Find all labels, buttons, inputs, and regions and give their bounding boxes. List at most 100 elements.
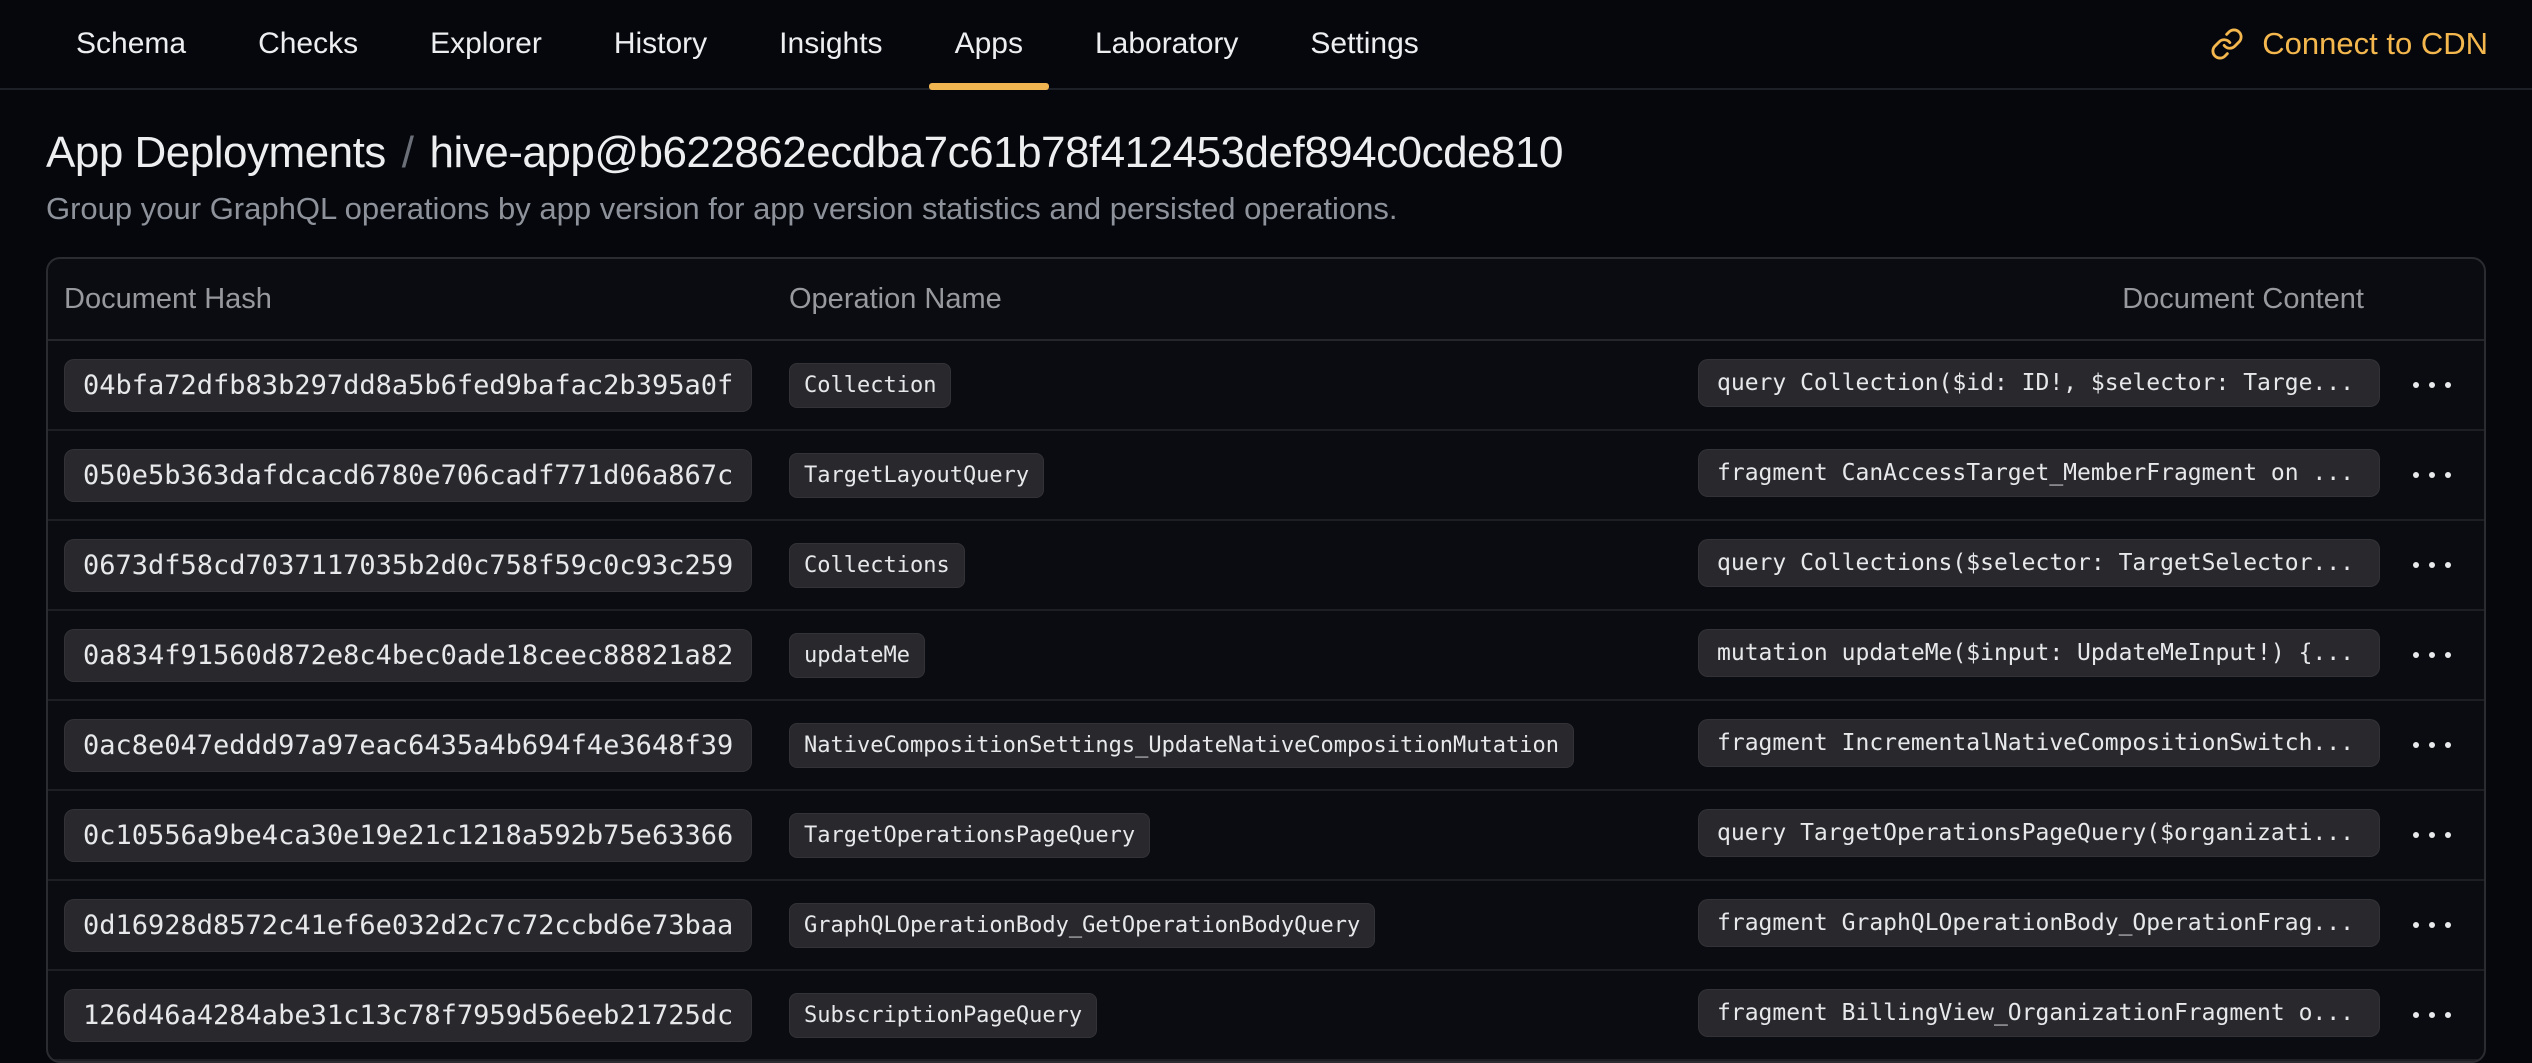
document-content-cell: fragment BillingView_OrganizationFragmen… (1698, 989, 2380, 1042)
table-row: 126d46a4284abe31c13c78f7959d56eeb21725dc… (48, 971, 2484, 1061)
operation-name-badge: SubscriptionPageQuery (789, 993, 1097, 1038)
nav-tab[interactable]: Settings (1310, 0, 1418, 88)
nav-tab[interactable]: Schema (76, 0, 186, 88)
connect-to-cdn-button[interactable]: Connect to CDN (2210, 26, 2488, 62)
row-actions-cell (2380, 791, 2484, 879)
ellipsis-icon (2413, 652, 2419, 658)
column-header-document-hash: Document Hash (48, 283, 773, 316)
document-hash-value: 0c10556a9be4ca30e19e21c1218a592b75e63366 (64, 809, 752, 862)
document-hash-value: 04bfa72dfb83b297dd8a5b6fed9bafac2b395a0f (64, 359, 752, 412)
document-hash-value: 0ac8e047eddd97a97eac6435a4b694f4e3648f39 (64, 719, 752, 772)
document-content-preview: fragment BillingView_OrganizationFragmen… (1698, 989, 2380, 1037)
operation-name-cell: Collection (773, 363, 1698, 408)
row-menu-button[interactable] (2396, 431, 2468, 519)
ellipsis-icon (2413, 382, 2419, 388)
operation-name-cell: TargetLayoutQuery (773, 453, 1698, 498)
row-menu-button[interactable] (2396, 341, 2468, 429)
breadcrumb-section[interactable]: App Deployments (46, 128, 386, 178)
nav-tab[interactable]: Explorer (430, 0, 542, 88)
ellipsis-icon (2413, 742, 2419, 748)
operation-name-badge: Collections (789, 543, 965, 588)
operation-name-cell: NativeCompositionSettings_UpdateNativeCo… (773, 723, 1698, 768)
breadcrumb: App Deployments / hive-app@b622862ecdba7… (46, 128, 2486, 178)
document-hash-cell: 0c10556a9be4ca30e19e21c1218a592b75e63366 (48, 809, 773, 862)
document-content-preview: query Collections($selector: TargetSelec… (1698, 539, 2380, 587)
document-hash-value: 126d46a4284abe31c13c78f7959d56eeb21725dc (64, 989, 752, 1042)
operation-name-badge: NativeCompositionSettings_UpdateNativeCo… (789, 723, 1574, 768)
ellipsis-icon (2413, 562, 2419, 568)
row-menu-button[interactable] (2396, 971, 2468, 1059)
document-content-preview: fragment GraphQLOperationBody_OperationF… (1698, 899, 2380, 947)
document-hash-cell: 0673df58cd7037117035b2d0c758f59c0c93c259 (48, 539, 773, 592)
app-deployment-detail-page: App Deployments / hive-app@b622862ecdba7… (0, 128, 2532, 1063)
operation-name-cell: GraphQLOperationBody_GetOperationBodyQue… (773, 903, 1698, 948)
column-header-document-content: Document Content (1698, 283, 2380, 316)
operation-name-cell: updateMe (773, 633, 1698, 678)
ellipsis-icon (2413, 922, 2419, 928)
document-hash-cell: 126d46a4284abe31c13c78f7959d56eeb21725dc (48, 989, 773, 1042)
breadcrumb-app-id: hive-app@b622862ecdba7c61b78f412453def89… (430, 128, 1563, 178)
row-actions-cell (2380, 881, 2484, 969)
row-actions-cell (2380, 521, 2484, 609)
row-menu-button[interactable] (2396, 611, 2468, 699)
document-content-preview: query TargetOperationsPageQuery($organiz… (1698, 809, 2380, 857)
table-row: 0c10556a9be4ca30e19e21c1218a592b75e63366… (48, 791, 2484, 881)
document-content-cell: fragment CanAccessTarget_MemberFragment … (1698, 449, 2380, 502)
operation-name-badge: updateMe (789, 633, 925, 678)
nav-tab[interactable]: History (614, 0, 707, 88)
row-menu-button[interactable] (2396, 791, 2468, 879)
document-hash-value: 050e5b363dafdcacd6780e706cadf771d06a867c (64, 449, 752, 502)
ellipsis-icon (2413, 832, 2419, 838)
document-content-cell: mutation updateMe($input: UpdateMeInput!… (1698, 629, 2380, 682)
document-content-preview: fragment CanAccessTarget_MemberFragment … (1698, 449, 2380, 497)
top-navigation: Schema Checks Explorer History Insights … (0, 0, 2532, 90)
row-menu-button[interactable] (2396, 701, 2468, 789)
row-actions-cell (2380, 431, 2484, 519)
operation-name-cell: Collections (773, 543, 1698, 588)
row-menu-button[interactable] (2396, 521, 2468, 609)
row-actions-cell (2380, 341, 2484, 429)
connect-to-cdn-label: Connect to CDN (2262, 26, 2488, 62)
ellipsis-icon (2413, 472, 2419, 478)
row-actions-cell (2380, 611, 2484, 699)
document-content-cell: fragment GraphQLOperationBody_OperationF… (1698, 899, 2380, 952)
operation-name-badge: GraphQLOperationBody_GetOperationBodyQue… (789, 903, 1375, 948)
table-row: 0ac8e047eddd97a97eac6435a4b694f4e3648f39… (48, 701, 2484, 791)
table-row: 0d16928d8572c41ef6e032d2c7c72ccbd6e73baa… (48, 881, 2484, 971)
document-hash-cell: 0a834f91560d872e8c4bec0ade18ceec88821a82 (48, 629, 773, 682)
document-hash-cell: 0ac8e047eddd97a97eac6435a4b694f4e3648f39 (48, 719, 773, 772)
document-content-preview: fragment IncrementalNativeCompositionSwi… (1698, 719, 2380, 767)
document-hash-cell: 0d16928d8572c41ef6e032d2c7c72ccbd6e73baa (48, 899, 773, 952)
document-hash-cell: 050e5b363dafdcacd6780e706cadf771d06a867c (48, 449, 773, 502)
document-content-preview: query Collection($id: ID!, $selector: Ta… (1698, 359, 2380, 407)
breadcrumb-separator: / (402, 128, 414, 178)
table-header-row: Document Hash Operation Name Document Co… (48, 259, 2484, 341)
row-menu-button[interactable] (2396, 881, 2468, 969)
nav-tab[interactable]: Laboratory (1095, 0, 1238, 88)
operation-name-cell: SubscriptionPageQuery (773, 993, 1698, 1038)
column-header-operation-name: Operation Name (773, 283, 1698, 316)
nav-tab[interactable]: Checks (258, 0, 358, 88)
row-actions-cell (2380, 971, 2484, 1059)
table-row: 0673df58cd7037117035b2d0c758f59c0c93c259… (48, 521, 2484, 611)
operation-name-badge: Collection (789, 363, 951, 408)
row-actions-cell (2380, 701, 2484, 789)
document-hash-cell: 04bfa72dfb83b297dd8a5b6fed9bafac2b395a0f (48, 359, 773, 412)
operation-name-badge: TargetOperationsPageQuery (789, 813, 1150, 858)
document-hash-value: 0a834f91560d872e8c4bec0ade18ceec88821a82 (64, 629, 752, 682)
document-content-cell: query Collection($id: ID!, $selector: Ta… (1698, 359, 2380, 412)
document-content-cell: query Collections($selector: TargetSelec… (1698, 539, 2380, 592)
table-row: 050e5b363dafdcacd6780e706cadf771d06a867c… (48, 431, 2484, 521)
document-content-cell: fragment IncrementalNativeCompositionSwi… (1698, 719, 2380, 772)
document-content-preview: mutation updateMe($input: UpdateMeInput!… (1698, 629, 2380, 677)
document-content-cell: query TargetOperationsPageQuery($organiz… (1698, 809, 2380, 862)
nav-tab[interactable]: Insights (779, 0, 882, 88)
link-icon (2210, 27, 2244, 61)
operation-name-badge: TargetLayoutQuery (789, 453, 1044, 498)
operation-name-cell: TargetOperationsPageQuery (773, 813, 1698, 858)
document-hash-value: 0d16928d8572c41ef6e032d2c7c72ccbd6e73baa (64, 899, 752, 952)
page-description: Group your GraphQL operations by app ver… (46, 191, 2486, 227)
document-hash-value: 0673df58cd7037117035b2d0c758f59c0c93c259 (64, 539, 752, 592)
nav-tab[interactable]: Apps (955, 0, 1023, 88)
table-row: 0a834f91560d872e8c4bec0ade18ceec88821a82… (48, 611, 2484, 701)
